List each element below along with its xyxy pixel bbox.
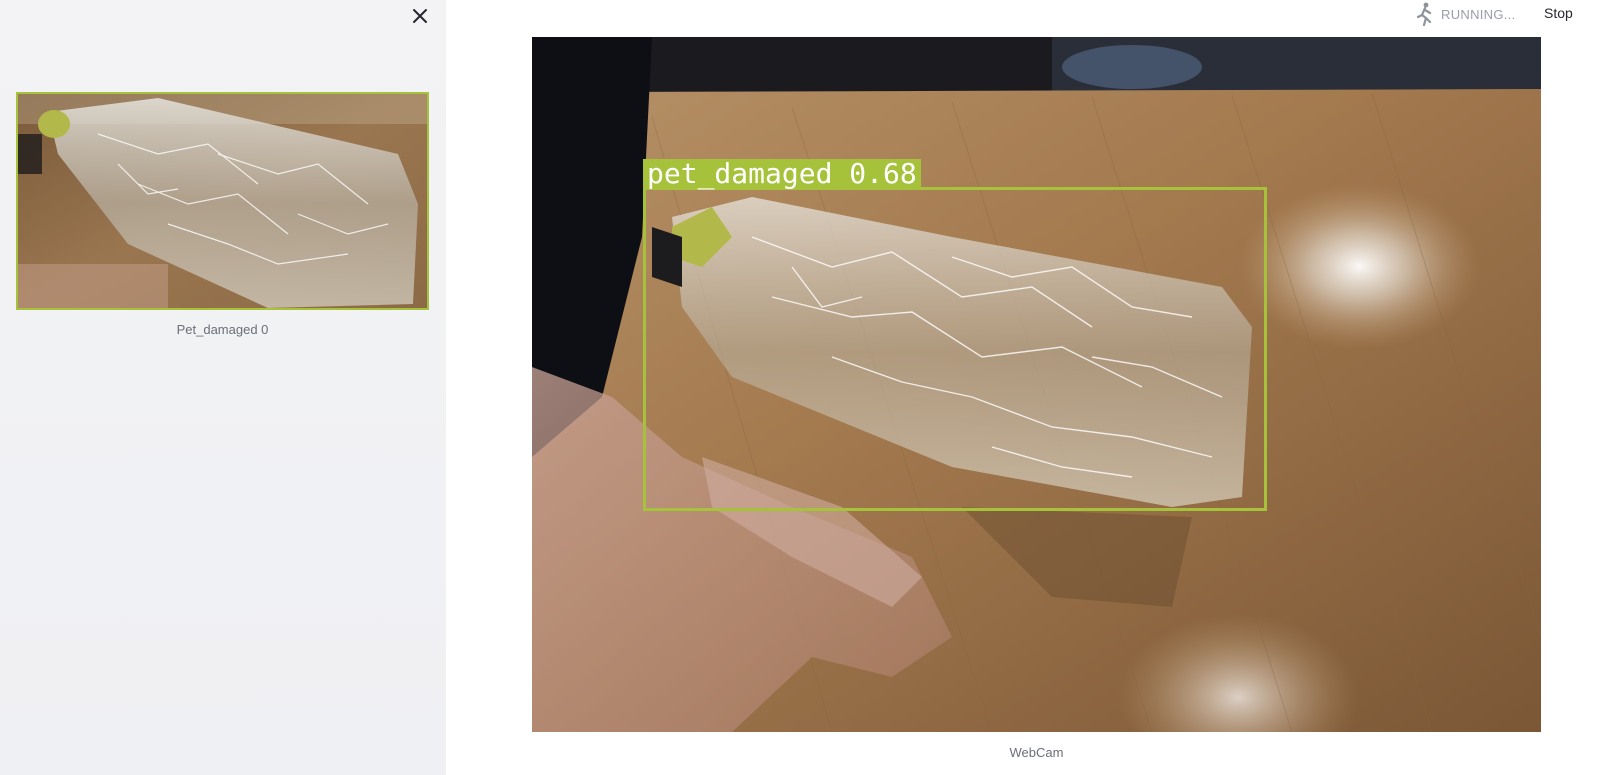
app-root: Pet_damaged 0 RUNNING... Stop pet_damage… <box>0 0 1601 775</box>
close-icon <box>413 9 427 23</box>
thumbnail-caption: Pet_damaged 0 <box>176 322 269 337</box>
running-status-text: RUNNING... <box>1441 6 1516 22</box>
detection-label: pet_damaged 0.68 <box>643 159 921 189</box>
detection-thumbnail <box>16 92 429 310</box>
close-sidebar-button[interactable] <box>408 4 432 28</box>
thumbnail-image <box>18 94 427 308</box>
running-status: RUNNING... <box>1413 2 1516 26</box>
detection-bounding-box <box>643 187 1267 511</box>
webcam-video: pet_damaged 0.68 <box>532 37 1541 732</box>
running-man-icon <box>1416 2 1432 26</box>
video-caption: WebCam <box>1009 745 1064 760</box>
stop-button[interactable]: Stop <box>1544 2 1573 24</box>
sidebar: Pet_damaged 0 <box>0 0 446 775</box>
